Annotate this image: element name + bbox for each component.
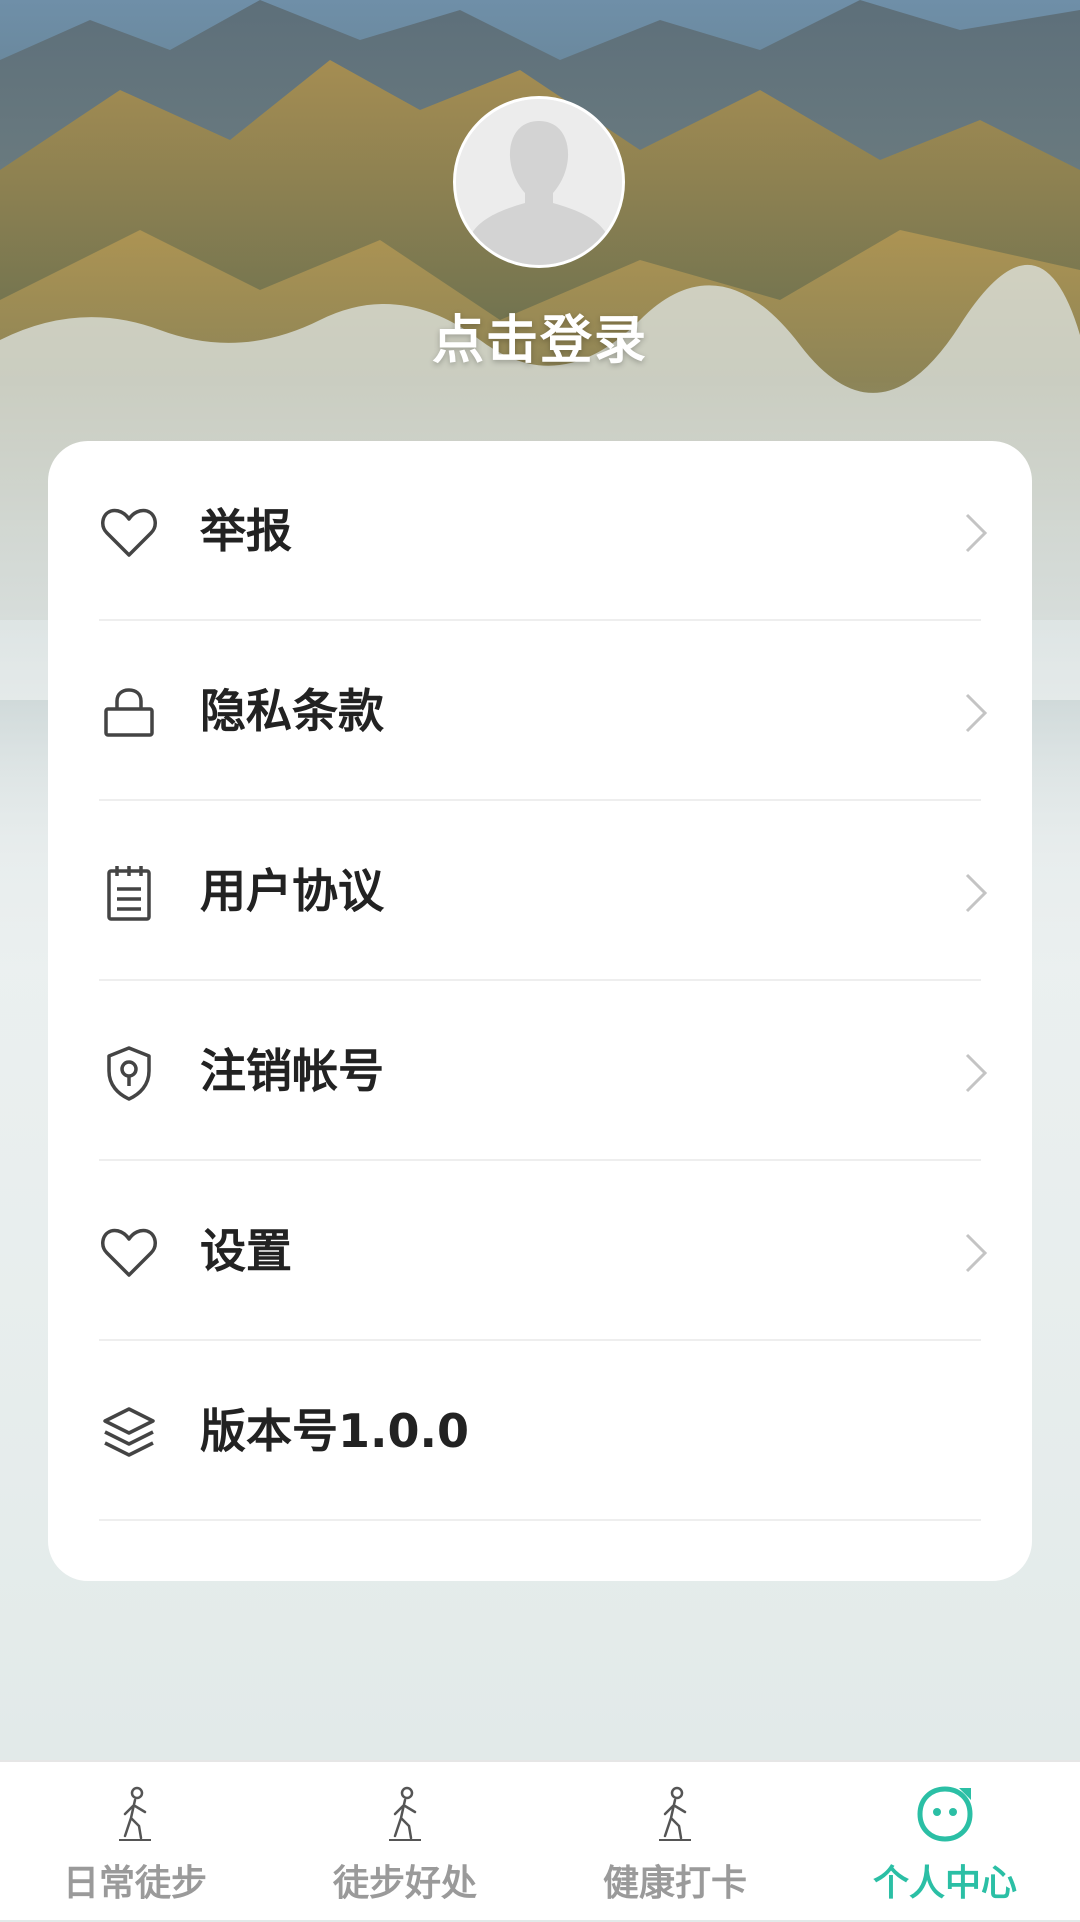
lock-icon — [99, 683, 159, 743]
menu-card: 举报 隐私条款 用户协议 注销帐号 设置 版本号1.0.0 — [48, 441, 1032, 1581]
shield-icon — [99, 1043, 159, 1103]
tab-label: 徒步好处 — [332, 1863, 477, 1904]
chevron-right-icon — [961, 1231, 991, 1275]
bottom-tab-bar: 日常徒步 徒步好处 健康打卡 个人中心 — [0, 1760, 1080, 1920]
tab-hiking-benefits[interactable]: 徒步好处 — [270, 1762, 540, 1922]
walker-icon — [105, 1784, 165, 1844]
menu-item-label: 注销帐号 — [200, 1044, 384, 1098]
menu-item-privacy-policy[interactable]: 隐私条款 — [99, 621, 988, 801]
menu-item-version: 版本号1.0.0 — [99, 1341, 981, 1521]
heart-icon — [99, 1223, 159, 1283]
tab-health-checkin[interactable]: 健康打卡 — [540, 1762, 810, 1922]
chevron-right-icon — [961, 691, 991, 735]
walker-icon — [375, 1784, 435, 1844]
menu-item-label: 用户协议 — [200, 864, 384, 918]
walker-icon — [645, 1784, 705, 1844]
menu-item-user-agreement[interactable]: 用户协议 — [99, 801, 988, 981]
menu-item-report[interactable]: 举报 — [99, 441, 988, 621]
layers-icon — [99, 1403, 159, 1463]
version-label: 版本号1.0.0 — [200, 1404, 469, 1458]
notepad-icon — [99, 863, 159, 923]
chevron-right-icon — [961, 511, 991, 555]
login-link[interactable]: 点击登录 — [0, 298, 1080, 373]
tab-label: 日常徒步 — [62, 1863, 207, 1904]
menu-item-delete-account[interactable]: 注销帐号 — [99, 981, 988, 1161]
default-user-icon — [456, 99, 622, 265]
menu-item-settings[interactable]: 设置 — [99, 1161, 988, 1341]
tab-daily-hiking[interactable]: 日常徒步 — [0, 1762, 270, 1922]
tab-label: 健康打卡 — [602, 1863, 747, 1904]
heart-icon — [99, 503, 159, 563]
menu-item-label: 举报 — [200, 504, 292, 558]
chevron-right-icon — [961, 1051, 991, 1095]
avatar[interactable] — [453, 96, 625, 268]
tab-personal-center[interactable]: 个人中心 — [810, 1762, 1080, 1922]
menu-item-label: 设置 — [200, 1224, 292, 1278]
tab-label: 个人中心 — [872, 1863, 1017, 1904]
chevron-right-icon — [961, 871, 991, 915]
menu-item-label: 隐私条款 — [200, 684, 384, 738]
smiley-face-icon — [915, 1784, 975, 1844]
